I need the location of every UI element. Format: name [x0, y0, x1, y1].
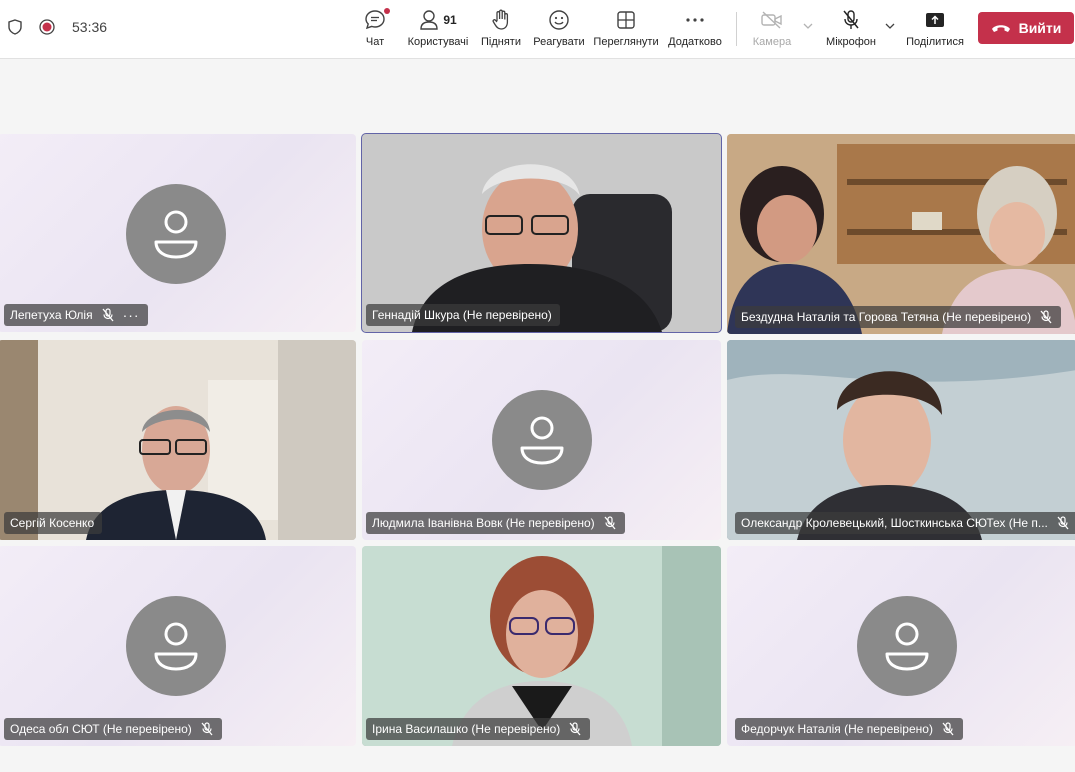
chat-label: Чат	[365, 36, 385, 48]
meeting-toolbar: 53:36 Чат 91 Користувачі Підняти Реагува…	[0, 0, 1075, 59]
raise-hand-button[interactable]: Підняти	[480, 8, 522, 52]
mic-muted-icon	[201, 722, 213, 736]
person-icon	[420, 10, 439, 30]
share-screen-icon	[924, 8, 946, 32]
hand-icon	[491, 8, 511, 32]
microphone-button[interactable]: Мікрофон	[824, 8, 878, 52]
participant-tile[interactable]: Олександр Кролевецький, Шосткинська СЮТе…	[727, 340, 1075, 540]
avatar	[492, 390, 592, 490]
participant-name: Олександр Кролевецький, Шосткинська СЮТе…	[741, 516, 1048, 530]
mic-muted-icon	[569, 722, 581, 736]
participant-tile[interactable]: Геннадій Шкура (Не перевірено)	[361, 133, 722, 333]
participant-name-chip: Бездудна Наталія та Горова Тетяна (Не пе…	[735, 306, 1062, 328]
people-icon-group: 91	[419, 8, 457, 32]
unread-dot	[384, 8, 390, 14]
toolbar-divider	[736, 12, 737, 46]
people-label: Користувачі	[407, 36, 469, 48]
mic-muted-icon	[102, 308, 114, 322]
participant-name-chip: Сергій Косенко	[4, 512, 103, 534]
participant-tile[interactable]: Одеса обл СЮТ (Не перевірено)	[0, 546, 356, 746]
person-icon	[154, 210, 198, 259]
participant-name: Федорчук Наталія (Не перевірено)	[741, 722, 933, 736]
participant-video	[0, 340, 356, 540]
more-button[interactable]: Додатково	[667, 8, 723, 52]
camera-label: Камера	[752, 36, 792, 48]
participant-name: Бездудна Наталія та Горова Тетяна (Не пе…	[741, 310, 1032, 324]
participant-name-chip: Олександр Кролевецький, Шосткинська СЮТе…	[735, 512, 1075, 534]
grid-view-icon	[616, 8, 636, 32]
participant-name-chip: Лепетуха Юлія ···	[4, 304, 148, 326]
share-button[interactable]: Поділитися	[905, 8, 965, 52]
mic-muted-icon	[604, 516, 616, 530]
view-label: Переглянути	[593, 36, 659, 48]
hang-up-icon	[991, 25, 1010, 32]
participant-video	[727, 340, 1075, 540]
mic-muted-icon	[1040, 310, 1052, 324]
avatar	[857, 596, 957, 696]
react-button[interactable]: Реагувати	[532, 8, 586, 52]
participant-tile[interactable]: Федорчук Наталія (Не перевірено)	[727, 546, 1075, 746]
mic-options-chevron-down-icon[interactable]	[884, 20, 896, 32]
toolbar-left: 53:36	[6, 18, 107, 36]
participant-name: Одеса обл СЮТ (Не перевірено)	[10, 722, 192, 736]
meeting-timer: 53:36	[72, 19, 108, 35]
participant-tile[interactable]: Людмила Іванівна Вовк (Не перевірено)	[362, 340, 721, 540]
camera-options-chevron-down-icon[interactable]	[802, 20, 814, 32]
view-button[interactable]: Переглянути	[593, 8, 659, 52]
participant-video	[362, 546, 721, 746]
chat-icon	[364, 8, 390, 32]
leave-label: Вийти	[1018, 20, 1062, 36]
participant-more-icon[interactable]: ···	[123, 308, 140, 322]
participant-name-chip: Одеса обл СЮТ (Не перевірено)	[4, 718, 222, 740]
participant-tile[interactable]: Бездудна Наталія та Горова Тетяна (Не пе…	[727, 134, 1075, 334]
smile-icon	[548, 8, 570, 32]
people-count: 91	[443, 13, 457, 27]
participant-tile[interactable]: Сергій Косенко	[0, 340, 356, 540]
react-label: Реагувати	[533, 36, 585, 48]
participant-name: Лепетуха Юлія	[10, 308, 93, 322]
people-button[interactable]: 91 Користувачі	[406, 8, 470, 52]
share-label: Поділитися	[906, 36, 964, 48]
participant-name: Сергій Косенко	[10, 516, 95, 530]
more-label: Додатково	[668, 36, 722, 48]
person-icon	[520, 416, 564, 465]
shield-icon[interactable]	[6, 18, 24, 36]
participant-name-chip: Ірина Василашко (Не перевірено)	[366, 718, 591, 740]
more-icon	[685, 8, 705, 32]
participant-name-chip: Геннадій Шкура (Не перевірено)	[366, 304, 560, 326]
raise-hand-label: Підняти	[481, 36, 521, 48]
participant-tile[interactable]: Ірина Василашко (Не перевірено)	[362, 546, 721, 746]
chat-button[interactable]: Чат	[360, 8, 390, 52]
person-icon	[885, 622, 929, 671]
camera-off-icon	[760, 8, 784, 32]
microphone-label: Мікрофон	[826, 36, 876, 48]
participant-name: Ірина Василашко (Не перевірено)	[372, 722, 561, 736]
participant-name-chip: Федорчук Наталія (Не перевірено)	[735, 718, 963, 740]
participant-name-chip: Людмила Іванівна Вовк (Не перевірено)	[366, 512, 625, 534]
person-icon	[154, 622, 198, 671]
participant-video	[362, 134, 721, 332]
avatar	[126, 184, 226, 284]
mic-muted-icon	[942, 722, 954, 736]
participant-name: Людмила Іванівна Вовк (Не перевірено)	[372, 516, 595, 530]
participant-video	[727, 134, 1075, 334]
mic-muted-icon	[1057, 516, 1069, 530]
participant-tile[interactable]: Лепетуха Юлія ···	[0, 134, 356, 332]
camera-button[interactable]: Камера	[752, 8, 792, 52]
recording-icon	[38, 18, 56, 36]
avatar	[126, 596, 226, 696]
mic-off-icon	[841, 8, 861, 32]
participant-name: Геннадій Шкура (Не перевірено)	[372, 308, 552, 322]
leave-button[interactable]: Вийти	[978, 12, 1074, 44]
